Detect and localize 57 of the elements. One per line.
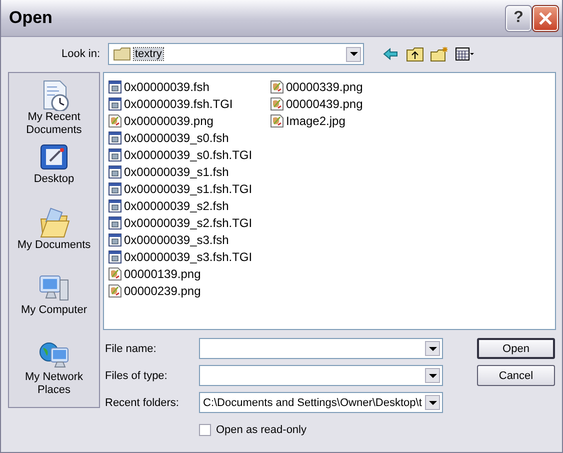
place-item[interactable]: My Computer [10,272,98,334]
document-icon [108,250,122,264]
image-file-icon [108,266,122,280]
help-button[interactable]: ? [506,6,531,30]
file-item[interactable]: 0x00000039_s2.fsh [108,197,270,214]
new-folder-icon[interactable] [430,46,448,62]
file-item[interactable]: Image2.jpg [270,112,432,129]
recent-folders-label: Recent folders: [105,396,180,408]
place-item[interactable]: Desktop [10,141,98,203]
file-type-label: Files of type: [105,370,168,382]
file-item[interactable]: 0x00000039_s1.fsh [108,163,270,180]
document-icon [108,148,122,162]
file-item[interactable]: 00000239.png [108,282,270,299]
document-icon [108,96,122,110]
look-in-label: Look in: [60,48,100,60]
image-file-icon [108,114,122,128]
file-item[interactable]: 0x00000039_s3.fsh.TGI [108,248,270,265]
recent-folders-dropdown[interactable]: C:\Documents and Settings\Owner\Desktop\t [199,392,443,413]
close-icon [539,12,552,24]
file-item[interactable]: 00000339.png [270,78,432,95]
folder-icon [113,47,131,61]
document-icon [108,80,122,94]
file-item[interactable]: 0x00000039_s2.fsh.TGI [108,214,270,231]
document-icon [108,130,122,144]
checkbox[interactable] [199,424,211,436]
document-icon [108,164,122,178]
image-file-icon [270,80,284,94]
file-item[interactable]: 0x00000039_s0.fsh.TGI [108,146,270,163]
file-item[interactable]: 0x00000039.png [108,112,270,129]
file-item[interactable]: 0x00000039.fsh.TGI [108,95,270,112]
window-title: Open [9,8,52,28]
document-icon [108,232,122,246]
look-in-dropdown[interactable]: textry [108,43,364,65]
file-item[interactable]: 0x00000039_s0.fsh [108,129,270,146]
file-item[interactable]: 0x00000039.fsh [108,78,270,95]
document-icon [108,216,122,230]
document-icon [108,198,122,212]
place-item[interactable]: My Documents [10,207,98,272]
document-icon [108,182,122,196]
close-button[interactable] [533,6,558,30]
cancel-button[interactable]: Cancel [477,365,555,386]
my-documents-icon [38,207,70,239]
back-arrow-icon[interactable] [382,46,400,62]
image-file-icon [108,284,122,298]
image-file-icon [270,114,284,128]
image-file-icon [270,96,284,110]
place-item[interactable]: My Recent Documents [10,79,98,141]
file-item[interactable]: 00000139.png [108,265,270,282]
file-item[interactable]: 0x00000039_s1.fsh.TGI [108,180,270,197]
checkbox-label: Open as read-only [216,424,306,436]
folder-up-icon[interactable] [406,46,424,62]
file-item[interactable]: 00000439.png [270,95,432,112]
open-button[interactable]: Open [477,338,555,359]
place-item[interactable]: My Network Places [10,339,98,397]
file-item[interactable]: 0x00000039_s3.fsh [108,231,270,248]
view-menu-icon[interactable] [454,46,476,62]
file-name-label: File name: [105,342,158,354]
